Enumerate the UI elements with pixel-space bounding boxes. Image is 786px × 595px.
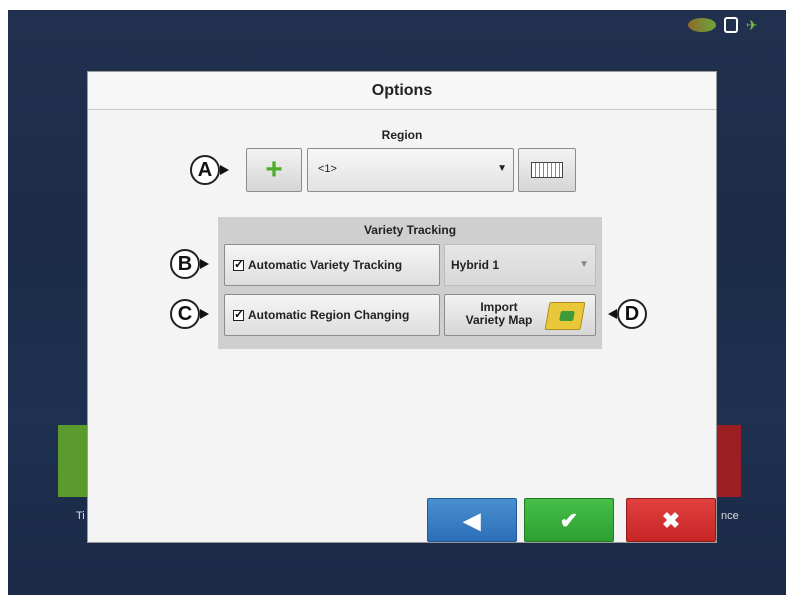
close-icon: ✖ xyxy=(661,508,681,533)
callout-d-pointer xyxy=(608,309,617,319)
callout-b: B xyxy=(170,249,200,279)
gps-icon[interactable] xyxy=(688,18,716,32)
automatic-region-changing-label: Automatic Region Changing xyxy=(248,308,410,322)
back-arrow-icon: ◀ xyxy=(463,508,481,533)
status-bar: ✈ xyxy=(688,16,778,34)
region-select[interactable]: <1> ▼ xyxy=(307,148,514,192)
callout-c-pointer xyxy=(200,309,209,319)
callout-d: D xyxy=(617,299,647,329)
region-select-value: <1> xyxy=(318,163,337,175)
callout-a: A xyxy=(190,155,220,185)
keyboard-icon xyxy=(531,162,563,178)
display-screen: ✈ Ti nce Options Region + <1> ▼ A Variet… xyxy=(8,10,786,595)
background-tile-right-label: nce xyxy=(721,510,739,522)
import-label-line2: Variety Map xyxy=(465,313,533,327)
background-tile-left-label: Ti xyxy=(76,510,85,522)
region-label: Region xyxy=(381,128,423,142)
hybrid-select-value: Hybrid 1 xyxy=(451,258,500,272)
variety-tracking-panel: Variety Tracking Automatic Variety Track… xyxy=(218,217,602,349)
import-variety-map-button[interactable]: Import Variety Map xyxy=(444,294,596,336)
import-variety-map-label: Import Variety Map xyxy=(459,301,539,327)
callout-b-pointer xyxy=(200,259,209,269)
add-region-button[interactable]: + xyxy=(246,148,302,192)
callout-a-pointer xyxy=(220,165,229,175)
cancel-button[interactable]: ✖ xyxy=(626,498,716,542)
plus-icon: + xyxy=(265,153,283,186)
automatic-variety-tracking-checkbox[interactable]: Automatic Variety Tracking xyxy=(224,244,440,286)
automatic-region-changing-checkbox[interactable]: Automatic Region Changing xyxy=(224,294,440,336)
checkbox-checked-icon xyxy=(233,257,244,271)
keyboard-button[interactable] xyxy=(518,148,576,192)
automatic-variety-tracking-label: Automatic Variety Tracking xyxy=(248,258,403,272)
hybrid-select[interactable]: Hybrid 1 ▼ xyxy=(444,244,596,286)
check-icon: ✔ xyxy=(559,508,579,533)
satellite-icon[interactable]: ✈ xyxy=(746,16,778,34)
device-icon[interactable] xyxy=(724,17,738,33)
chevron-down-icon: ▼ xyxy=(497,163,507,174)
chevron-down-icon: ▼ xyxy=(579,259,589,270)
background-tile-left xyxy=(58,425,88,497)
variety-tracking-title: Variety Tracking xyxy=(363,223,457,237)
checkbox-checked-icon xyxy=(233,307,244,321)
folder-import-icon xyxy=(544,302,586,330)
options-dialog: Options Region + <1> ▼ A Variety Trackin… xyxy=(87,71,717,543)
background-tile-right xyxy=(713,425,741,497)
accept-button[interactable]: ✔ xyxy=(524,498,614,542)
back-button[interactable]: ◀ xyxy=(427,498,517,542)
dialog-title: Options xyxy=(88,72,716,110)
callout-c: C xyxy=(170,299,200,329)
